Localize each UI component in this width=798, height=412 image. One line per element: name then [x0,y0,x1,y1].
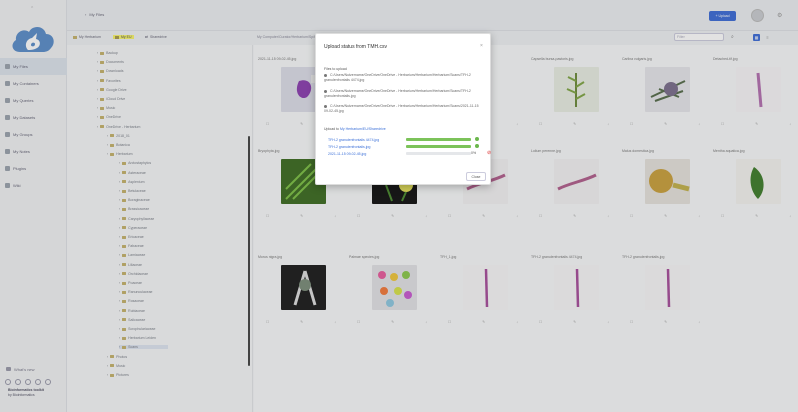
file-path: C:/Users/Nutzername/OneDrive/OneDrive - … [324,73,471,82]
progress-file-name[interactable]: TFH-2 granulenfrontalis 4474.jpg [328,138,388,142]
progress-bar-fill [406,138,471,141]
close-icon[interactable]: × [480,43,483,49]
files-header: Files to upload [324,67,347,71]
close-button[interactable]: Close [466,172,486,181]
progress-bar [406,152,471,155]
progress-file-name[interactable]: TFH-2 granulenfrontalis.jpg [328,145,388,149]
upload-to-label: Upload to [324,127,339,131]
file-path: C:/Users/Nutzername/OneDrive/OneDrive - … [324,89,471,98]
upload-progress-row: TFH-2 granulenfrontalis.jpg [328,144,479,150]
progress-bar-fill [406,145,471,148]
file-path: C:/Users/Nutzername/OneDrive/OneDrive - … [324,104,479,113]
cancel-upload-icon[interactable]: ⊘ [487,150,491,156]
progress-bar [406,145,471,148]
dialog-title: Upload status from TMH.csv [324,44,387,50]
upload-progress-row: 2021-11-15 09-02-45.jpg 0% ⊘ [328,150,491,157]
file-item: C:/Users/Nutzername/OneDrive/OneDrive - … [324,104,484,114]
progress-bar [406,138,471,141]
check-icon [475,137,479,141]
app-root: ⌃ My Files My Containers My Queries My Data… [0,0,798,412]
progress-percent: 0% [471,150,477,155]
upload-to-link[interactable]: My Herbarium/EU/Sharedrive [340,127,386,131]
file-item: C:/Users/Nutzername/OneDrive/OneDrive - … [324,73,484,83]
progress-file-name[interactable]: 2021-11-15 09-02-45.jpg [328,152,388,156]
upload-to-line: Upload to My Herbarium/EU/Sharedrive [324,127,386,131]
check-icon [475,144,479,148]
upload-progress-row: TFH-2 granulenfrontalis 4474.jpg [328,137,479,143]
file-item: C:/Users/Nutzername/OneDrive/OneDrive - … [324,89,484,99]
upload-status-dialog: Upload status from TMH.csv × Files to up… [315,33,491,185]
